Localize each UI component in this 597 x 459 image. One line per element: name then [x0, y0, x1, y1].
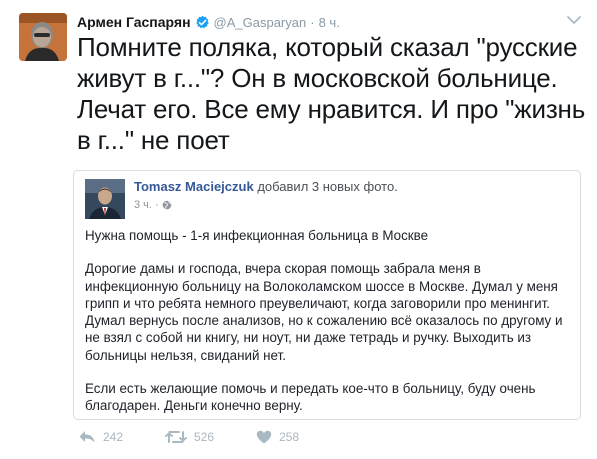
- post-paragraph: Дорогие дамы и господа, вчера скорая пом…: [85, 261, 563, 363]
- post-timestamp[interactable]: 3 ч.: [134, 199, 152, 211]
- reply-button[interactable]: 242: [78, 430, 123, 444]
- post-meta-separator: ·: [154, 199, 159, 211]
- post-body: Нужна помощь - 1-я инфекционная больница…: [85, 227, 577, 419]
- tweet: Армен Гаспарян @A_Gasparyan · 8 ч. Помни…: [0, 0, 597, 459]
- post-meta: 3 ч. ·: [134, 199, 172, 211]
- post-author-name[interactable]: Tomasz Maciejczuk: [134, 179, 254, 194]
- tweet-text: Помните поляка, который сказал "русские …: [77, 32, 586, 155]
- author-avatar[interactable]: [19, 13, 67, 61]
- chevron-down-icon[interactable]: [566, 13, 582, 25]
- embedded-facebook-post[interactable]: Tomasz Maciejczuk добавил 3 новых фото. …: [73, 170, 581, 420]
- post-paragraph: Нужна помощь - 1-я инфекционная больница…: [85, 228, 429, 243]
- post-header: Tomasz Maciejczuk добавил 3 новых фото.: [134, 179, 398, 194]
- verified-badge-icon: [195, 15, 210, 30]
- author-handle[interactable]: @A_Gasparyan: [214, 15, 307, 30]
- tweet-actions: 242 526 258: [78, 430, 341, 444]
- tweet-header: Армен Гаспарян @A_Gasparyan · 8 ч.: [77, 13, 340, 31]
- reply-icon: [79, 431, 95, 443]
- post-paragraph: Если есть желающие помочь и передать кое…: [85, 381, 536, 414]
- header-separator: ·: [310, 14, 315, 30]
- reply-count: 242: [103, 430, 124, 444]
- retweet-icon: [165, 431, 188, 443]
- heart-icon: [256, 430, 272, 444]
- globe-icon: [162, 200, 172, 210]
- like-count: 258: [279, 430, 300, 444]
- retweet-count: 526: [194, 430, 215, 444]
- post-action-text: добавил 3 новых фото.: [257, 179, 398, 194]
- like-button[interactable]: 258: [256, 430, 299, 444]
- post-author-avatar[interactable]: [85, 179, 125, 219]
- retweet-button[interactable]: 526: [165, 430, 214, 444]
- tweet-timestamp[interactable]: 8 ч.: [319, 15, 340, 30]
- author-name[interactable]: Армен Гаспарян: [77, 14, 191, 30]
